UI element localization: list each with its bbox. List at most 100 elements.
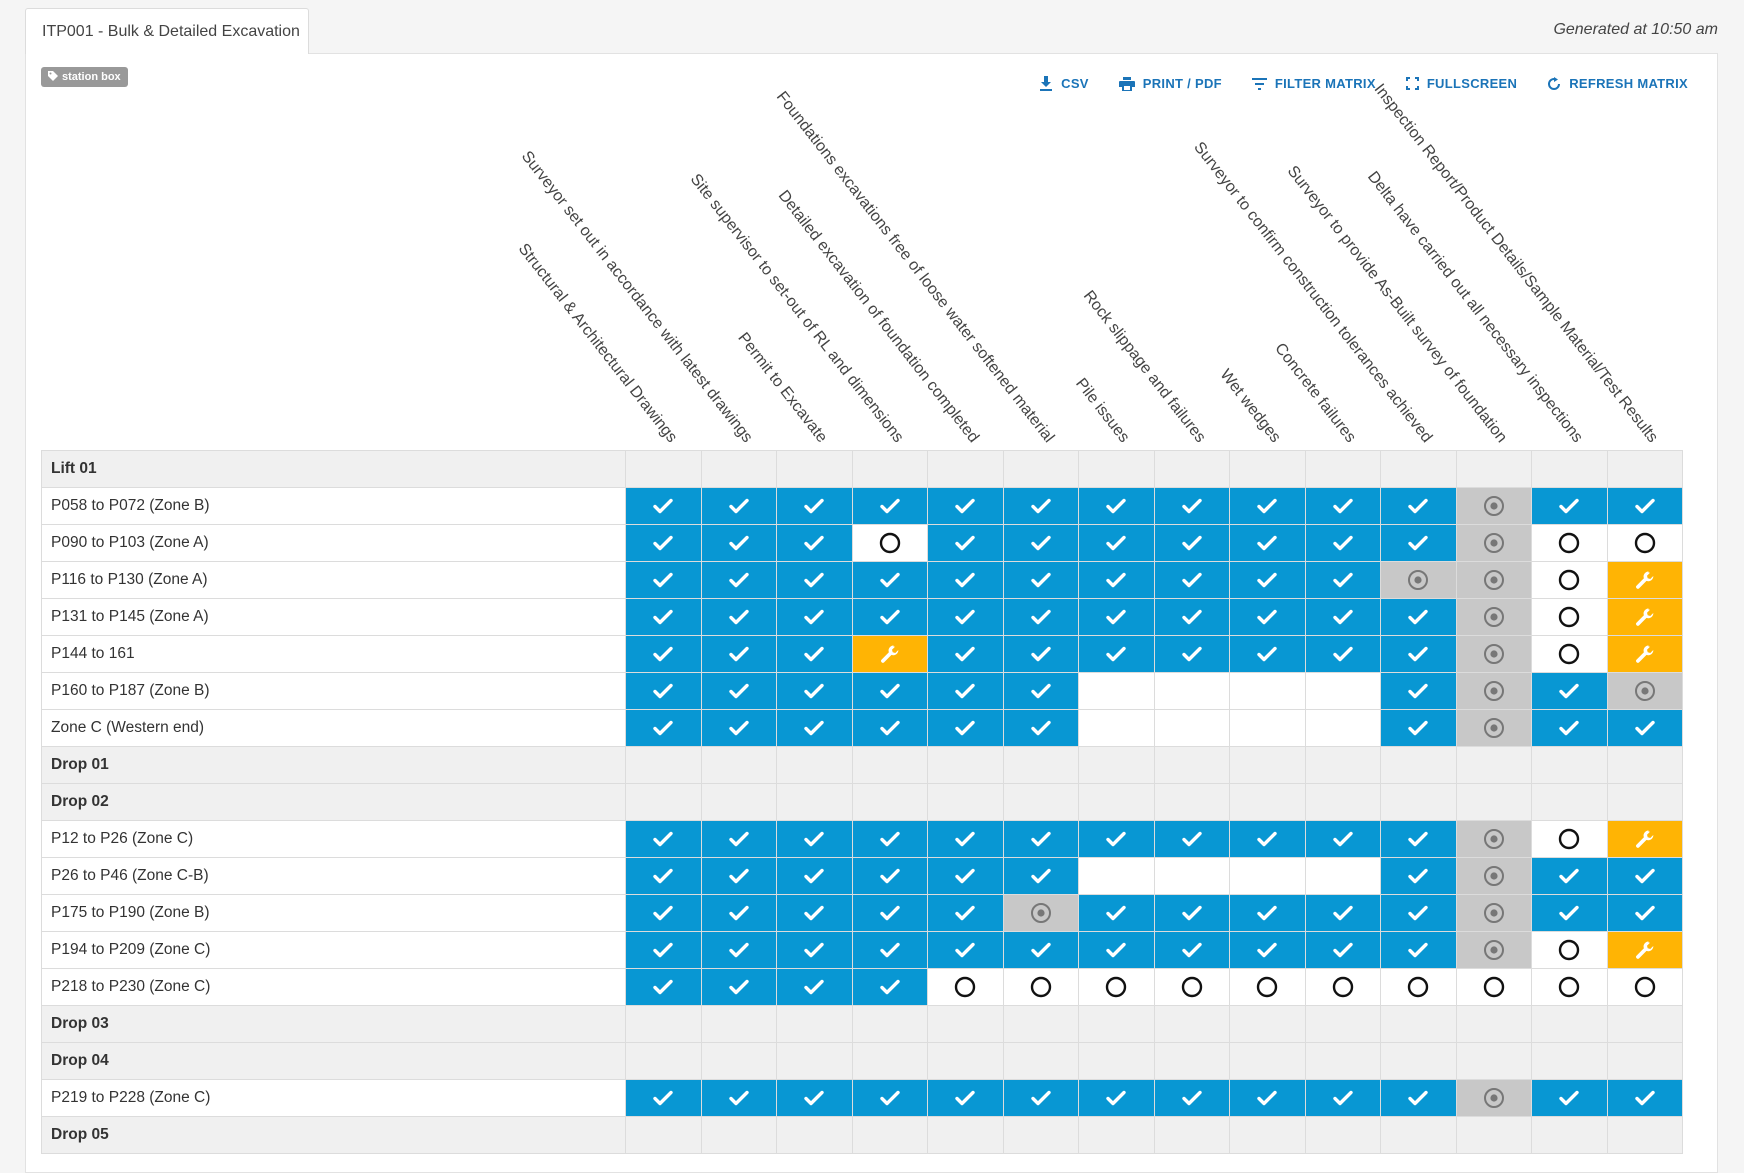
cell-completed[interactable] [851,598,928,636]
cell-completed[interactable] [776,487,853,525]
cell-in-progress[interactable] [1380,561,1457,599]
cell-in-progress[interactable] [1455,820,1532,858]
cell-completed[interactable] [1002,820,1079,858]
cell-issue[interactable] [1606,561,1683,599]
cell-completed[interactable] [776,598,853,636]
cell-completed[interactable] [700,968,777,1006]
cell-completed[interactable] [851,1079,928,1117]
cell-completed[interactable] [927,635,1004,673]
cell-completed[interactable] [851,672,928,710]
cell-completed[interactable] [1002,1079,1079,1117]
cell-completed[interactable] [1002,561,1079,599]
cell-completed[interactable] [625,598,702,636]
cell-completed[interactable] [776,894,853,932]
cell-completed[interactable] [1606,709,1683,747]
cell-completed[interactable] [776,561,853,599]
cell-completed[interactable] [700,524,777,562]
cell-completed[interactable] [851,968,928,1006]
cell-completed[interactable] [851,857,928,895]
cell-completed[interactable] [1380,635,1457,673]
cell-completed[interactable] [700,487,777,525]
cell-empty[interactable] [1153,857,1230,895]
cell-completed[interactable] [1304,635,1381,673]
cell-open[interactable] [1531,931,1608,969]
cell-completed[interactable] [625,561,702,599]
row-label[interactable]: P175 to P190 (Zone B) [41,894,626,932]
cell-completed[interactable] [927,672,1004,710]
cell-issue[interactable] [851,635,928,673]
cell-empty[interactable] [1304,709,1381,747]
cell-completed[interactable] [851,931,928,969]
cell-open[interactable] [1531,524,1608,562]
cell-completed[interactable] [625,820,702,858]
cell-completed[interactable] [1304,561,1381,599]
cell-completed[interactable] [1002,598,1079,636]
cell-completed[interactable] [1380,820,1457,858]
cell-in-progress[interactable] [1002,894,1079,932]
cell-completed[interactable] [1531,1079,1608,1117]
cell-completed[interactable] [700,709,777,747]
cell-completed[interactable] [927,820,1004,858]
cell-open[interactable] [1531,820,1608,858]
cell-in-progress[interactable] [1455,672,1532,710]
cell-completed[interactable] [776,820,853,858]
cell-completed[interactable] [851,561,928,599]
cell-completed[interactable] [700,598,777,636]
cell-in-progress[interactable] [1455,857,1532,895]
cell-completed[interactable] [700,931,777,969]
cell-empty[interactable] [1153,709,1230,747]
cell-open[interactable] [1229,968,1306,1006]
cell-completed[interactable] [1380,857,1457,895]
cell-completed[interactable] [1153,1079,1230,1117]
cell-completed[interactable] [1229,561,1306,599]
cell-in-progress[interactable] [1455,598,1532,636]
cell-issue[interactable] [1606,931,1683,969]
cell-completed[interactable] [927,561,1004,599]
cell-completed[interactable] [1229,820,1306,858]
cell-completed[interactable] [1153,598,1230,636]
cell-empty[interactable] [1229,672,1306,710]
cell-completed[interactable] [776,709,853,747]
cell-completed[interactable] [1153,820,1230,858]
row-label[interactable]: P131 to P145 (Zone A) [41,598,626,636]
cell-completed[interactable] [927,931,1004,969]
cell-completed[interactable] [700,561,777,599]
cell-completed[interactable] [927,598,1004,636]
cell-completed[interactable] [776,1079,853,1117]
cell-open[interactable] [1078,968,1155,1006]
cell-completed[interactable] [1606,857,1683,895]
cell-in-progress[interactable] [1455,1079,1532,1117]
cell-empty[interactable] [1078,857,1155,895]
cell-empty[interactable] [1304,672,1381,710]
cell-open[interactable] [1380,968,1457,1006]
cell-completed[interactable] [1078,931,1155,969]
row-label[interactable]: P116 to P130 (Zone A) [41,561,626,599]
csv-button[interactable]: CSV [1039,76,1089,91]
cell-completed[interactable] [1078,894,1155,932]
cell-open[interactable] [1606,968,1683,1006]
cell-in-progress[interactable] [1455,931,1532,969]
station-box-tag[interactable]: station box [41,67,128,87]
cell-completed[interactable] [1078,1079,1155,1117]
cell-completed[interactable] [1229,894,1306,932]
cell-completed[interactable] [776,968,853,1006]
cell-completed[interactable] [1229,931,1306,969]
cell-open[interactable] [1304,968,1381,1006]
cell-completed[interactable] [1531,672,1608,710]
cell-completed[interactable] [1304,820,1381,858]
row-label[interactable]: P12 to P26 (Zone C) [41,820,626,858]
cell-issue[interactable] [1606,635,1683,673]
cell-completed[interactable] [625,709,702,747]
cell-completed[interactable] [1002,487,1079,525]
cell-completed[interactable] [1380,487,1457,525]
cell-completed[interactable] [927,1079,1004,1117]
cell-completed[interactable] [1002,635,1079,673]
cell-empty[interactable] [1229,857,1306,895]
cell-completed[interactable] [1304,598,1381,636]
cell-completed[interactable] [776,635,853,673]
cell-completed[interactable] [1606,1079,1683,1117]
cell-completed[interactable] [1153,561,1230,599]
cell-in-progress[interactable] [1606,672,1683,710]
cell-completed[interactable] [1380,1079,1457,1117]
cell-completed[interactable] [1002,524,1079,562]
